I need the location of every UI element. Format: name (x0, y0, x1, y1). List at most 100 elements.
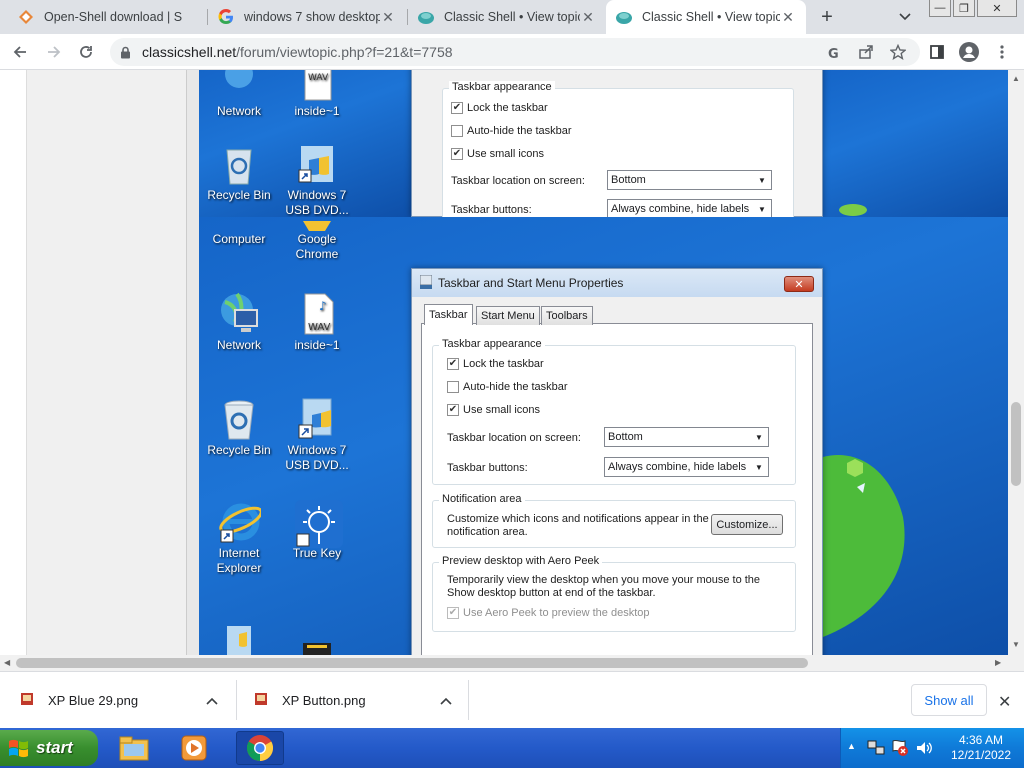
upper-appearance-group: Taskbar appearance ✔ Lock the taskbar Aut… (442, 81, 794, 228)
scroll-left-arrow-icon[interactable]: ◀ (4, 658, 10, 667)
svg-text:WAV: WAV (308, 73, 329, 83)
url-path: /forum/viewtopic.php?f=21&t=7758 (236, 44, 453, 60)
desktop-icon-partial-1[interactable] (199, 620, 279, 655)
tab-start-menu[interactable]: Start Menu (476, 306, 540, 325)
tab-google-search[interactable]: windows 7 show desktop ✕ (208, 0, 406, 34)
chevron-up-icon[interactable] (440, 693, 452, 708)
desktop-icon-internet-explorer[interactable]: Internet Explorer (199, 500, 279, 576)
desktop-icon-wav[interactable]: ♪ WAV inside~1 (277, 292, 357, 353)
system-tray: ▲ 4:36 AM 12/21/2022 (840, 728, 1024, 768)
download-item[interactable]: XP Blue 29.png (20, 672, 232, 729)
media-player-icon[interactable] (176, 731, 212, 765)
file-explorer-icon[interactable] (116, 731, 152, 765)
google-icon (218, 9, 234, 25)
show-hidden-icons-icon[interactable]: ▲ (847, 741, 856, 751)
xp-taskbar: start ▲ 4:36 AM 12/21/2022 (0, 728, 1024, 768)
desktop-icon-partial-2[interactable] (277, 643, 357, 655)
vertical-scroll-thumb[interactable] (1011, 402, 1021, 486)
security-alert-icon[interactable] (891, 739, 909, 760)
customize-button[interactable]: Customize... (711, 514, 783, 535)
tab-classic-shell-1[interactable]: Classic Shell • View topic ✕ (408, 0, 606, 34)
clock[interactable]: 4:36 AM 12/21/2022 (941, 733, 1021, 763)
vertical-scrollbar[interactable]: ▲ ▼ (1008, 70, 1024, 655)
close-downloads-icon[interactable]: ✕ (998, 692, 1011, 712)
small-icons-checkbox[interactable]: ✔ Use small icons (447, 404, 540, 416)
chrome-icon (295, 220, 339, 231)
download-shelf: XP Blue 29.png XP Button.png Show all ✕ (0, 671, 1024, 728)
forward-button[interactable] (42, 40, 66, 64)
wav-file-icon: WAV (295, 70, 339, 102)
lock-icon[interactable] (120, 46, 134, 59)
desktop-icon-computer-top[interactable] (199, 207, 279, 217)
desktop-icon-wav-top[interactable]: WAV inside~1 (277, 70, 357, 119)
notification-area-group: Notification area Customize which icons … (432, 493, 796, 548)
taskbar-settings-icon (419, 274, 433, 292)
close-window-button[interactable]: ✕ (977, 0, 1017, 17)
upper-buttons-select[interactable]: Always combine, hide labels ▼ (607, 199, 772, 219)
close-tab-icon[interactable]: ✕ (580, 9, 596, 25)
scroll-up-arrow-icon[interactable]: ▲ (1012, 74, 1020, 83)
horizontal-scroll-thumb[interactable] (16, 658, 808, 668)
tab-open-shell[interactable]: Open-Shell download | S (8, 0, 206, 34)
desktop-icon-computer[interactable]: Computer (199, 220, 279, 247)
desktop-icon-usb-dvd[interactable]: Windows 7 USB DVD... (277, 397, 357, 473)
tab-search-chevron-icon[interactable] (896, 8, 914, 26)
profile-avatar-icon[interactable] (957, 40, 981, 64)
close-tab-icon[interactable]: ✕ (780, 9, 796, 25)
network-tray-icon[interactable] (867, 739, 885, 760)
tab-classic-shell-active[interactable]: Classic Shell • View topic ✕ (606, 0, 806, 34)
desktop-icon-network-top[interactable]: Network (199, 70, 279, 119)
scroll-right-arrow-icon[interactable]: ▶ (995, 658, 1001, 667)
auto-hide-checkbox[interactable]: Auto-hide the taskbar (447, 381, 568, 393)
close-tab-icon[interactable]: ✕ (380, 9, 396, 25)
dialog-titlebar[interactable]: Taskbar and Start Menu Properties (412, 269, 822, 297)
reload-button[interactable] (74, 40, 98, 64)
url-domain: classicshell.net (142, 44, 237, 60)
restore-button[interactable]: ❐ (953, 0, 975, 17)
google-translate-icon[interactable]: G (822, 41, 846, 65)
windows-flag-icon (8, 738, 30, 758)
clock-time: 4:36 AM (958, 733, 1004, 747)
start-button[interactable]: start (0, 730, 98, 766)
more-menu-icon[interactable] (990, 40, 1014, 64)
download-filename: XP Blue 29.png (48, 693, 139, 708)
side-panel-icon[interactable] (925, 40, 949, 64)
tab-toolbars[interactable]: Toolbars (541, 306, 593, 325)
new-tab-button[interactable]: + (816, 6, 838, 28)
tab-title: windows 7 show desktop (244, 10, 380, 24)
show-all-button[interactable]: Show all (911, 684, 987, 716)
minimize-button[interactable]: — (929, 0, 951, 17)
upper-lock-checkbox[interactable]: ✔ Lock the taskbar (451, 102, 548, 114)
upper-desktop-right (823, 70, 1008, 217)
upper-location-select[interactable]: Bottom ▼ (607, 170, 772, 190)
upper-small-icons-checkbox[interactable]: ✔ Use small icons (451, 148, 544, 160)
start-label: start (36, 738, 73, 757)
tab-taskbar[interactable]: Taskbar (424, 304, 473, 325)
true-key-icon (295, 500, 343, 548)
document-icon (295, 643, 339, 655)
download-item[interactable]: XP Button.png (254, 672, 466, 729)
desktop-icon-recycle-bin[interactable]: Recycle Bin (199, 397, 279, 458)
chevron-up-icon[interactable] (206, 693, 218, 708)
network-icon (217, 292, 261, 336)
volume-icon[interactable] (915, 739, 933, 760)
lock-taskbar-checkbox[interactable]: ✔ Lock the taskbar (447, 358, 544, 370)
dialog-close-button[interactable]: ✕ (784, 276, 814, 292)
upper-autohide-checkbox[interactable]: Auto-hide the taskbar (451, 125, 572, 137)
bookmark-star-icon[interactable] (886, 40, 910, 64)
aero-peek-checkbox[interactable]: ✔ Use Aero Peek to preview the desktop (447, 607, 650, 619)
taskbar-buttons-select[interactable]: Always combine, hide labels ▼ (604, 457, 769, 477)
share-icon[interactable] (854, 40, 878, 64)
scroll-down-arrow-icon[interactable]: ▼ (1012, 640, 1020, 649)
taskbar-location-select[interactable]: Bottom ▼ (604, 427, 769, 447)
desktop-icon-true-key[interactable]: True Key (277, 500, 357, 561)
back-button[interactable] (8, 40, 32, 64)
desktop-icon-chrome[interactable]: Google Chrome (277, 220, 357, 262)
desktop-icon-usbdvd-top[interactable]: Windows 7 USB DVD... (277, 142, 357, 218)
desktop-icon-network[interactable]: Network (199, 292, 279, 353)
clock-date: 12/21/2022 (950, 748, 1012, 762)
chrome-taskbar-button[interactable] (236, 731, 284, 765)
horizontal-scrollbar[interactable]: ◀ ▶ (0, 655, 1024, 671)
address-bar[interactable]: classicshell.net/forum/viewtopic.php?f=2… (110, 38, 920, 66)
desktop-icon-recycle-top[interactable]: Recycle Bin (199, 142, 279, 203)
